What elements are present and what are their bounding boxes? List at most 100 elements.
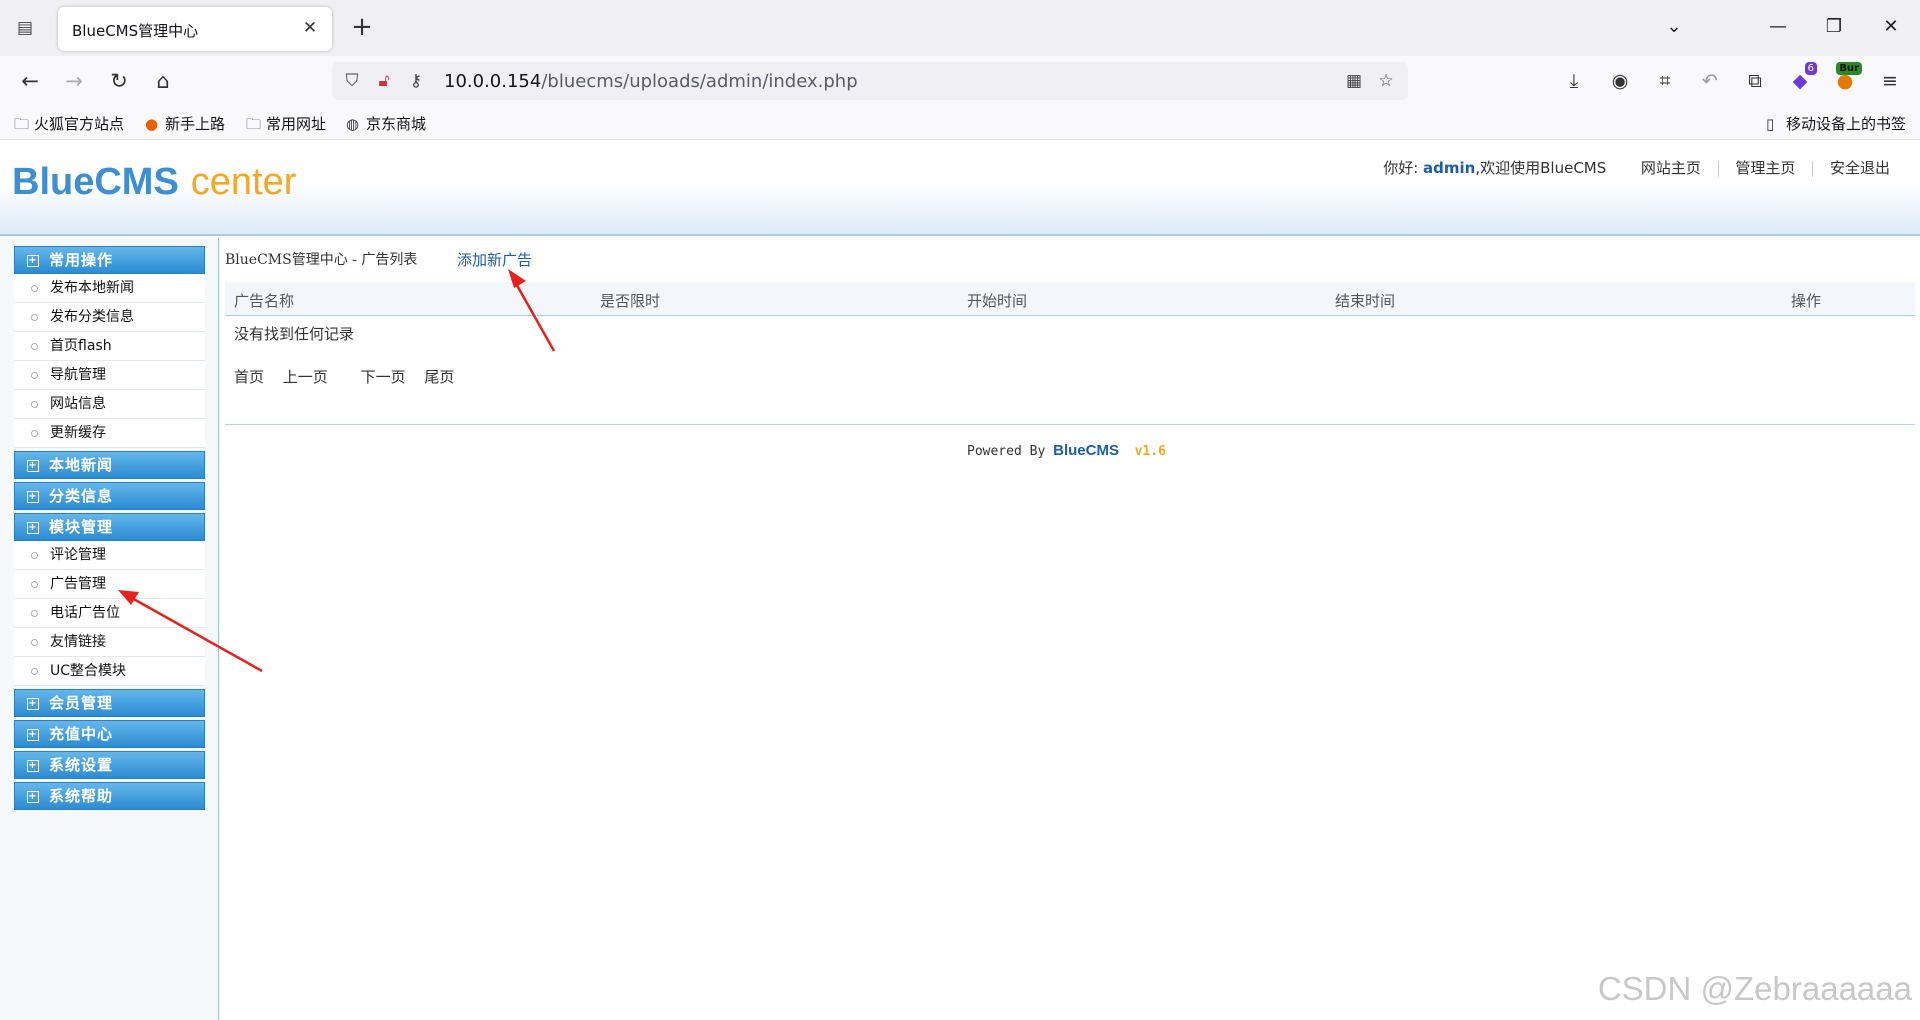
bookmark-item[interactable]: ● 新手上路 (145, 113, 225, 134)
tab-overflow-chevron-icon[interactable]: ⌄ (1658, 12, 1690, 42)
empty-message: 没有找到任何记录 (234, 325, 355, 343)
welcome-text: ,欢迎使用BlueCMS (1475, 159, 1607, 177)
logout-link[interactable]: 安全退出 (1830, 159, 1890, 177)
admin-home-link[interactable]: 管理主页 (1735, 159, 1795, 177)
logo: BlueCMS center (12, 161, 297, 203)
reload-icon[interactable]: ↻ (103, 65, 135, 97)
firefox-icon: ● (145, 115, 159, 133)
next-page-link[interactable]: 下一页 (361, 368, 406, 386)
restore-icon[interactable]: ❐ (1818, 12, 1850, 42)
back-icon[interactable]: ← (14, 65, 46, 97)
sidebar-item[interactable]: 更新缓存 (14, 419, 205, 448)
key-icon[interactable]: ⚷ (404, 69, 428, 93)
version: v1.6 (1134, 444, 1166, 459)
home-icon[interactable]: ⌂ (147, 65, 179, 97)
sidebar-item-label: 广告管理 (50, 576, 106, 592)
first-page-link[interactable]: 首页 (234, 368, 264, 386)
sidebar-item-label: 首页flash (50, 338, 112, 354)
divider (1812, 160, 1814, 177)
insecure-lock-icon[interactable]: 🔓︎ (372, 69, 396, 93)
extensions-icon[interactable]: ⧉ (1740, 66, 1770, 96)
folder-icon: 🗀︎ (246, 115, 262, 133)
sidebar-group-label: 会员管理 (49, 694, 114, 712)
sidebar-item[interactable]: 广告管理 (14, 570, 205, 599)
sidebar-item[interactable]: 发布本地新闻 (14, 274, 205, 303)
cms-header: BlueCMS center 你好: admin,欢迎使用BlueCMS 网站主页… (0, 141, 1920, 236)
bookmark-item[interactable]: ◍ 京东商城 (346, 113, 426, 134)
sidebar-item-label: UC整合模块 (50, 663, 127, 679)
breadcrumb: BlueCMS管理中心 - 广告列表 (225, 252, 418, 268)
bookmarks-bar: 🗀︎ 火狐官方站点 ● 新手上路 🗀︎ 常用网址 ◍ 京东商城 ▯ 移动设备上的书签 (0, 106, 1920, 140)
bookmark-item[interactable]: 🗀︎ 常用网址 (246, 113, 326, 139)
sidebar-group[interactable]: + 模块管理 (14, 513, 205, 541)
bullet-circle-icon (31, 429, 38, 437)
bullet-circle-icon (31, 580, 38, 588)
sidebar-item-label: 发布本地新闻 (50, 280, 134, 296)
sidebar-item[interactable]: 电话广告位 (14, 599, 205, 628)
sidebar-item-label: 发布分类信息 (50, 309, 134, 325)
expand-plus-icon: + (27, 490, 39, 503)
sidebar-group-label: 系统帮助 (49, 787, 114, 805)
qr-code-icon[interactable]: ▦ (1342, 69, 1366, 93)
bullet-circle-icon (31, 342, 38, 350)
add-new-ad-link[interactable]: 添加新广告 (457, 249, 532, 270)
sidebar-group[interactable]: + 系统帮助 (14, 782, 205, 810)
sidebar-group-label: 常用操作 (49, 251, 114, 269)
sidebar-item[interactable]: UC整合模块 (14, 657, 205, 686)
bullet-circle-icon (31, 551, 38, 559)
bookmark-item[interactable]: 🗀︎ 火狐官方站点 (14, 113, 124, 139)
bullet-circle-icon (31, 400, 38, 408)
navigation-toolbar: ← → ↻ ⌂ ⛉ 🔓︎ ⚷ 10.0.0.154/bluecms/upload… (0, 56, 1920, 106)
sidebar-group[interactable]: + 常用操作 (14, 246, 205, 274)
sidebar-item[interactable]: 友情链接 (14, 628, 205, 657)
folder-icon: 🗀︎ (14, 115, 30, 133)
url-bar[interactable]: ⛉ 🔓︎ ⚷ 10.0.0.154/bluecms/uploads/admin/… (332, 62, 1408, 100)
account-icon[interactable]: ◉ (1605, 66, 1635, 96)
tab-close-icon[interactable]: ✕ (298, 16, 322, 40)
downloads-icon[interactable]: ⤓ (1559, 66, 1589, 96)
footer-divider (225, 424, 1915, 425)
shield-icon[interactable]: ⛉ (340, 69, 364, 93)
sidebar-item[interactable]: 发布分类信息 (14, 303, 205, 332)
divider (1717, 160, 1719, 177)
greeting-label: 你好: (1383, 159, 1419, 177)
menu-icon[interactable]: ≡ (1875, 66, 1905, 96)
sidebar-item-label: 导航管理 (50, 367, 106, 383)
expand-plus-icon: + (27, 254, 39, 267)
sidebar-group[interactable]: + 系统设置 (14, 751, 205, 779)
sidebar-group[interactable]: + 分类信息 (14, 482, 205, 510)
column-header: 开始时间 (967, 292, 1028, 310)
close-window-icon[interactable]: ✕ (1875, 12, 1907, 42)
sidebar-item[interactable]: 首页flash (14, 332, 205, 361)
expand-plus-icon: + (27, 759, 39, 772)
undo-icon[interactable]: ↶ (1695, 66, 1725, 96)
bookmark-star-icon[interactable]: ☆ (1374, 69, 1398, 93)
sidebar-item-label: 友情链接 (50, 634, 106, 650)
site-home-link[interactable]: 网站主页 (1641, 159, 1701, 177)
powered-by: Powered By BlueCMS v1.6 (967, 442, 1166, 459)
globe-icon: ◍ (346, 115, 360, 133)
tab-list-icon[interactable]: ▤ (12, 15, 38, 41)
burp-proxy-icon[interactable]: ● Bur (1830, 62, 1862, 96)
last-page-link[interactable]: 尾页 (424, 368, 454, 386)
new-tab-icon[interactable]: + (347, 13, 377, 43)
sidebar-item[interactable]: 导航管理 (14, 361, 205, 390)
sidebar-item[interactable]: 评论管理 (14, 541, 205, 570)
pagination: 首页 上一页 下一页 尾页 (234, 366, 468, 387)
ad-table-header: 广告名称 是否限时 开始时间 结束时间 操作 (225, 282, 1915, 316)
minimize-icon[interactable]: — (1762, 12, 1794, 42)
sidebar-group[interactable]: + 充值中心 (14, 720, 205, 748)
screenshot-crop-icon[interactable]: ⌗ (1650, 66, 1680, 96)
column-header: 结束时间 (1335, 292, 1396, 310)
sidebar-group[interactable]: + 会员管理 (14, 689, 205, 717)
extension-shield-icon[interactable]: ◆ 6 (1785, 62, 1817, 96)
active-tab[interactable]: BlueCMS管理中心 ✕ (58, 7, 332, 51)
prev-page-link[interactable]: 上一页 (283, 368, 328, 386)
column-header: 广告名称 (234, 292, 295, 310)
sidebar-item-label: 电话广告位 (50, 605, 120, 621)
sidebar-item[interactable]: 网站信息 (14, 390, 205, 419)
url-text[interactable]: 10.0.0.154/bluecms/uploads/admin/index.p… (444, 71, 858, 92)
forward-icon[interactable]: → (58, 65, 90, 97)
sidebar-group[interactable]: + 本地新闻 (14, 451, 205, 479)
mobile-bookmarks[interactable]: ▯ 移动设备上的书签 (1766, 113, 1906, 134)
